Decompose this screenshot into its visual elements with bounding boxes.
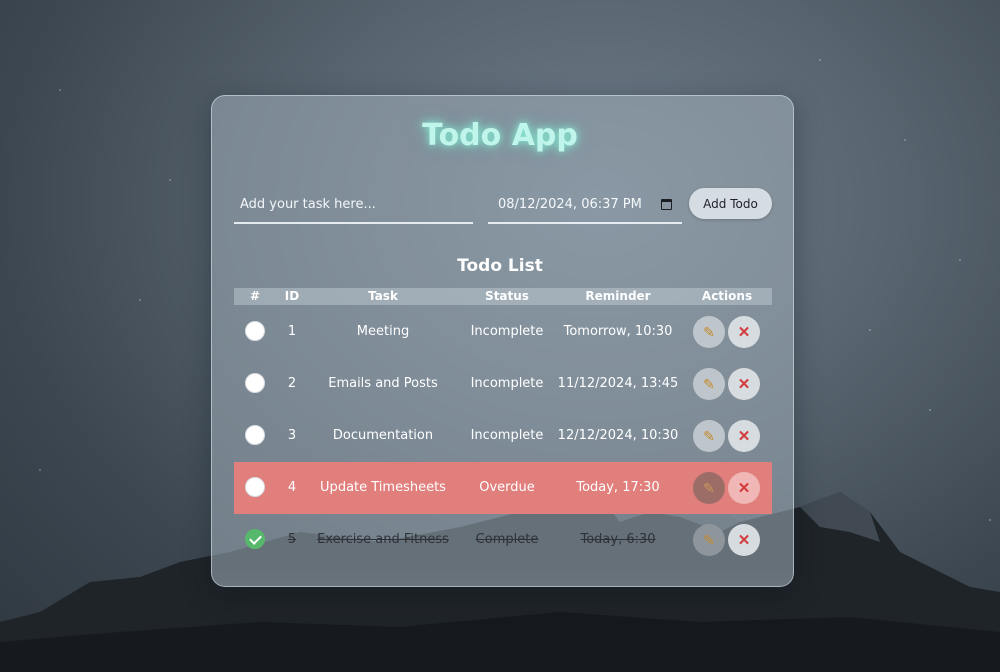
edit-button[interactable]: ✎ <box>693 368 725 400</box>
table-row-overdue: 4 Update Timesheets Overdue Today, 17:30… <box>234 462 772 514</box>
table-row: 3 Documentation Incomplete 12/12/2024, 1… <box>234 410 772 462</box>
pencil-icon: ✎ <box>703 531 715 548</box>
row-task: Meeting <box>356 324 410 339</box>
row-status: Incomplete <box>470 428 544 443</box>
list-title: Todo List <box>457 256 543 276</box>
close-icon: ✕ <box>737 532 751 549</box>
column-header-actions: Actions <box>701 289 753 303</box>
table-row-completed: 5 Exercise and Fitness Complete Today, 6… <box>234 514 772 566</box>
row-reminder: 11/12/2024, 13:45 <box>557 376 679 391</box>
row-reminder: 12/12/2024, 10:30 <box>557 428 679 443</box>
edit-button[interactable]: ✎ <box>693 524 725 556</box>
complete-checkbox[interactable] <box>245 477 265 497</box>
edit-button[interactable]: ✎ <box>693 472 725 504</box>
checkmark-icon[interactable] <box>245 529 265 549</box>
pencil-icon: ✎ <box>703 323 715 340</box>
row-reminder: Today, 6:30 <box>580 532 656 547</box>
row-id: 2 <box>287 376 297 391</box>
row-task: Exercise and Fitness <box>317 532 449 547</box>
close-icon: ✕ <box>737 428 751 445</box>
edit-button[interactable]: ✎ <box>693 420 725 452</box>
pencil-icon: ✎ <box>703 375 715 392</box>
row-task: Documentation <box>332 428 434 443</box>
close-icon: ✕ <box>737 324 751 341</box>
row-reminder: Tomorrow, 10:30 <box>563 324 673 339</box>
close-icon: ✕ <box>737 480 751 497</box>
delete-button[interactable]: ✕ <box>728 472 760 504</box>
row-status: Complete <box>475 532 539 547</box>
complete-checkbox[interactable] <box>245 425 265 445</box>
calendar-icon[interactable] <box>661 198 672 210</box>
row-status: Incomplete <box>470 324 544 339</box>
complete-checkbox[interactable] <box>245 321 265 341</box>
row-id: 3 <box>287 428 297 443</box>
row-id: 5 <box>287 532 297 547</box>
row-id: 4 <box>287 480 297 495</box>
pencil-icon: ✎ <box>703 479 715 496</box>
pencil-icon: ✎ <box>703 427 715 444</box>
task-input[interactable] <box>234 186 473 224</box>
row-status: Overdue <box>479 480 535 495</box>
column-header-status: Status <box>485 289 529 303</box>
row-reminder: Today, 17:30 <box>576 480 660 495</box>
add-todo-button[interactable]: Add Todo <box>689 188 772 219</box>
row-task: Emails and Posts <box>328 376 438 391</box>
delete-button[interactable]: ✕ <box>728 420 760 452</box>
table-row: 2 Emails and Posts Incomplete 11/12/2024… <box>234 358 772 410</box>
datetime-value: 08/12/2024, 06:37 PM <box>498 196 642 212</box>
row-task: Update Timesheets <box>320 480 446 495</box>
table-row: 1 Meeting Incomplete Tomorrow, 10:30 ✎ ✕ <box>234 306 772 358</box>
column-header-reminder: Reminder <box>585 289 651 303</box>
close-icon: ✕ <box>737 376 751 393</box>
edit-button[interactable]: ✎ <box>693 316 725 348</box>
delete-button[interactable]: ✕ <box>728 368 760 400</box>
row-status: Incomplete <box>470 376 544 391</box>
complete-checkbox[interactable] <box>245 373 265 393</box>
datetime-input[interactable]: 08/12/2024, 06:37 PM <box>488 186 682 224</box>
column-header-number: # <box>249 289 261 303</box>
column-header-id: ID <box>284 289 300 303</box>
delete-button[interactable]: ✕ <box>728 316 760 348</box>
row-id: 1 <box>287 324 297 339</box>
column-header-task: Task <box>368 289 398 303</box>
app-title: Todo App <box>422 118 578 153</box>
delete-button[interactable]: ✕ <box>728 524 760 556</box>
table-header: # ID Task Status Reminder Actions <box>234 288 772 305</box>
